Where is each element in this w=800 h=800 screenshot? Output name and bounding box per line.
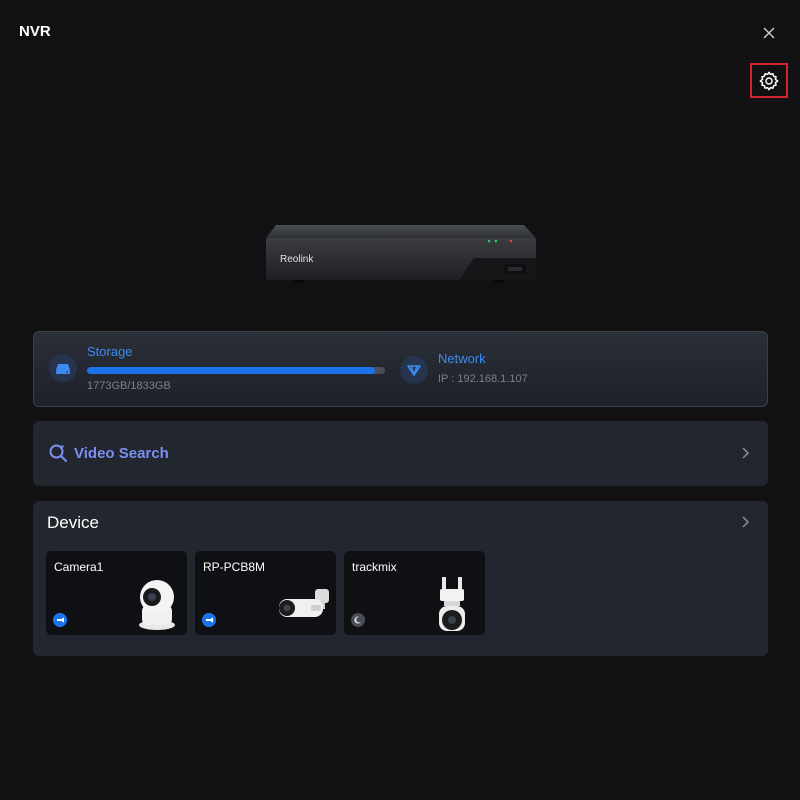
camera-tile-camera1[interactable]: Camera1: [46, 551, 187, 635]
camera-status-sleep-icon: [351, 613, 365, 627]
search-icon: [49, 444, 67, 462]
chevron-right-icon: [742, 447, 750, 459]
nvr-device-image: Reolink: [266, 225, 536, 283]
camera1-image: [139, 580, 175, 630]
search-icon-wrap: [48, 443, 68, 468]
rp-pcb8m-image: [279, 589, 329, 617]
device-chevron-right-icon[interactable]: [739, 515, 751, 529]
camera-status-online-icon: [202, 613, 216, 627]
page-title: NVR: [19, 23, 51, 40]
camera-name: RP-PCB8M: [203, 560, 266, 574]
nvr-brand-logo: Reolink: [280, 254, 314, 265]
video-search-button[interactable]: Video Search: [33, 421, 768, 486]
network-icon-wrap: [400, 356, 428, 384]
close-icon: [763, 27, 775, 39]
camera-name: Camera1: [54, 560, 104, 574]
storage-progress-fill: [87, 367, 376, 374]
network-label: Network: [438, 351, 486, 366]
network-ip-text: IP : 192.168.1.107: [438, 373, 528, 385]
gear-icon: [759, 71, 779, 90]
camera-tile-rp-pcb8m[interactable]: RP-PCB8M: [195, 551, 336, 635]
storage-usage-text: 1773GB/1833GB: [87, 380, 171, 392]
storage-label: Storage: [87, 344, 133, 359]
camera-status-online-icon: [53, 613, 67, 627]
camera-tile-trackmix[interactable]: trackmix: [344, 551, 485, 635]
storage-progress-bar: [87, 367, 385, 374]
trackmix-image: [439, 577, 465, 631]
storage-icon-wrap: [49, 354, 77, 382]
close-button[interactable]: [760, 24, 778, 42]
device-section-title: Device: [47, 513, 99, 532]
device-section: Device Camera1 RP-PCB8M trackmix: [33, 501, 768, 656]
camera-name: trackmix: [352, 560, 397, 574]
video-search-label: Video Search: [74, 445, 169, 462]
storage-icon: [56, 364, 70, 374]
status-card: Storage 1773GB/1833GB Network IP : 192.1…: [33, 331, 768, 407]
network-icon: [407, 365, 421, 376]
settings-button[interactable]: [750, 63, 788, 98]
